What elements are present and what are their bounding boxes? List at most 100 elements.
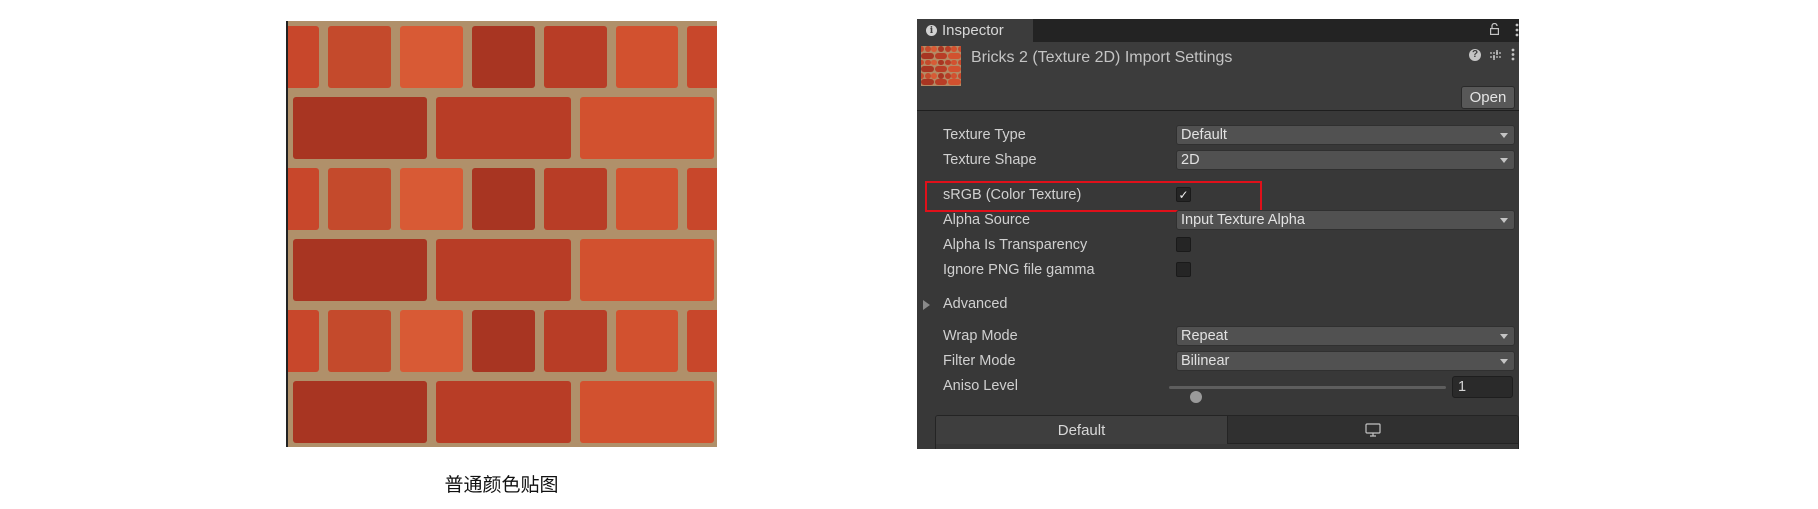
brick: [934, 66, 948, 72]
brick: [931, 59, 938, 66]
aniso-level-row: Aniso Level 1: [917, 376, 1519, 403]
advanced-foldout[interactable]: Advanced: [917, 294, 1519, 316]
inspector-panel: i Inspector Bricks 2 (Texture 2D) Import…: [917, 19, 1519, 449]
brick: [472, 25, 535, 88]
help-icon[interactable]: ?: [1469, 48, 1481, 61]
brick: [951, 72, 958, 79]
brick: [938, 46, 944, 53]
brick: [948, 66, 961, 72]
alpha-is-transparency-row: Alpha Is Transparency: [917, 235, 1519, 257]
filter-mode-row: Filter Mode Bilinear: [917, 351, 1519, 373]
lock-icon[interactable]: [1490, 23, 1499, 35]
asset-header: Bricks 2 (Texture 2D) Import Settings ? …: [917, 42, 1519, 111]
filter-mode-dropdown[interactable]: Bilinear: [1176, 351, 1515, 371]
chevron-down-icon: [1500, 334, 1508, 339]
triangle-right-icon: [923, 300, 930, 310]
texture-shape-dropdown[interactable]: 2D: [1176, 150, 1515, 170]
texture-type-value: Default: [1181, 127, 1227, 143]
brick: [951, 46, 958, 53]
wrap-mode-value: Repeat: [1181, 328, 1228, 344]
checkmark-icon: ✓: [1178, 187, 1189, 202]
brick: [328, 167, 392, 230]
brick: [938, 72, 944, 79]
alpha-is-transparency-checkbox[interactable]: [1176, 237, 1191, 252]
srgb-checkbox[interactable]: ✓: [1176, 187, 1191, 202]
brick: [543, 167, 607, 230]
brick: [921, 66, 934, 72]
alpha-is-transparency-label: Alpha Is Transparency: [943, 237, 1088, 253]
platform-tab-default[interactable]: Default: [936, 416, 1227, 444]
aniso-level-input[interactable]: 1: [1452, 376, 1513, 398]
brick: [921, 53, 934, 59]
brick: [615, 167, 679, 230]
tab-label: Inspector: [942, 22, 1004, 39]
ignore-png-gamma-label: Ignore PNG file gamma: [943, 262, 1095, 278]
brick: [951, 59, 958, 66]
tab-inspector[interactable]: i Inspector: [917, 19, 1033, 42]
brick: [934, 79, 948, 86]
brick: [948, 53, 961, 59]
brick: [931, 46, 938, 53]
kebab-menu-icon[interactable]: [1515, 23, 1519, 37]
brick: [292, 238, 428, 301]
brick: [543, 309, 607, 372]
aniso-level-label: Aniso Level: [943, 378, 1018, 394]
brick: [292, 96, 428, 159]
brick: [958, 59, 961, 66]
texture-type-dropdown[interactable]: Default: [1176, 125, 1515, 145]
brick: [938, 59, 944, 66]
brick: [944, 72, 951, 79]
brick: [921, 72, 924, 79]
texture-shape-row: Texture Shape 2D: [917, 150, 1519, 172]
brick: [579, 238, 715, 301]
monitor-icon: [1365, 422, 1381, 437]
wrap-mode-dropdown[interactable]: Repeat: [1176, 326, 1515, 346]
aniso-level-slider[interactable]: [1169, 386, 1446, 403]
texture-shape-value: 2D: [1181, 152, 1200, 168]
brick: [288, 167, 320, 230]
brick: [921, 79, 934, 86]
caption: 普通颜色贴图: [444, 474, 559, 496]
advanced-label: Advanced: [943, 296, 1008, 312]
aniso-level-value: 1: [1458, 379, 1467, 395]
alpha-source-label: Alpha Source: [943, 212, 1031, 228]
tab-bar: i Inspector: [917, 19, 1519, 42]
brick: [436, 96, 571, 159]
ignore-png-gamma-row: Ignore PNG file gamma: [917, 260, 1519, 282]
brick: [543, 25, 607, 88]
texture-type-label: Texture Type: [943, 127, 1026, 143]
brick: [924, 72, 931, 79]
open-button[interactable]: Open: [1461, 86, 1515, 109]
brick: [687, 167, 717, 230]
brick: [958, 72, 961, 79]
brick: [400, 309, 463, 372]
chevron-down-icon: [1500, 218, 1508, 223]
texture-shape-label: Texture Shape: [943, 152, 1037, 168]
brick: [328, 25, 392, 88]
info-icon: i: [926, 25, 937, 36]
filter-mode-value: Bilinear: [1181, 353, 1230, 369]
brick-texture-preview: [286, 21, 717, 447]
wrap-mode-row: Wrap Mode Repeat: [917, 326, 1519, 348]
brick: [579, 380, 715, 443]
ignore-png-gamma-checkbox[interactable]: [1176, 262, 1191, 277]
chevron-down-icon: [1500, 158, 1508, 163]
srgb-label: sRGB (Color Texture): [943, 187, 1082, 203]
alpha-source-dropdown[interactable]: Input Texture Alpha: [1176, 210, 1515, 230]
platform-tab-standalone[interactable]: [1227, 416, 1518, 444]
sliders-icon[interactable]: [1490, 49, 1502, 61]
brick: [436, 380, 571, 443]
alpha-source-row: Alpha Source Input Texture Alpha: [917, 210, 1519, 232]
brick: [687, 309, 717, 372]
alpha-source-value: Input Texture Alpha: [1181, 212, 1305, 228]
brick: [924, 46, 931, 53]
brick: [687, 25, 717, 88]
slider-knob[interactable]: [1190, 391, 1203, 403]
brick: [288, 309, 320, 372]
kebab-menu-icon[interactable]: [1511, 48, 1515, 61]
brick: [400, 167, 463, 230]
brick: [328, 309, 392, 372]
brick: [931, 72, 938, 79]
wrap-mode-label: Wrap Mode: [943, 328, 1018, 344]
brick: [436, 238, 571, 301]
